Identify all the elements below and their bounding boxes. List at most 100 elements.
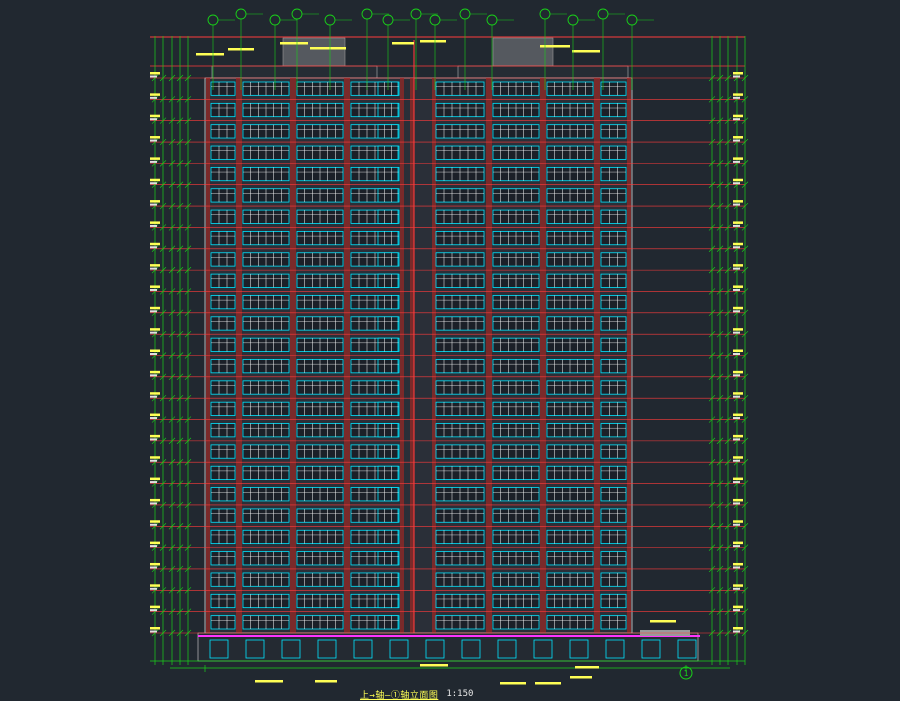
elevation-mark-right	[733, 96, 740, 99]
window-frame	[210, 316, 236, 331]
parapet-left	[211, 65, 378, 79]
podium-base	[197, 632, 699, 662]
window-frame	[210, 81, 236, 96]
window-frame	[600, 252, 627, 267]
elevation-mark-right	[733, 605, 743, 609]
window-frame	[210, 380, 236, 395]
window-frame	[600, 295, 627, 310]
elevation-mark-right	[733, 328, 743, 331]
roof-annotation-mark	[540, 45, 570, 48]
window-frame	[210, 166, 236, 182]
elevation-mark-left	[150, 541, 160, 545]
window-frame	[210, 295, 236, 310]
elevation-mark-right	[733, 75, 740, 78]
elevation-mark-left	[150, 438, 157, 441]
window-frame	[600, 273, 627, 288]
elevation-mark-left	[150, 434, 160, 438]
elevation-mark-left	[150, 417, 157, 420]
window-frame	[210, 593, 236, 609]
window-frame	[600, 401, 627, 416]
window-frame	[600, 166, 627, 182]
window-frame	[210, 252, 236, 267]
window-frame	[600, 231, 627, 246]
parapet-right	[457, 65, 629, 79]
elevation-mark-right	[733, 114, 743, 118]
elevation-mark-left	[150, 285, 160, 288]
window-frame	[600, 337, 627, 352]
window-frame	[210, 145, 236, 160]
elevation-mark-left	[150, 545, 157, 548]
elevation-mark-left	[150, 353, 157, 355]
elevation-mark-right	[733, 520, 743, 523]
window-frame	[600, 380, 627, 395]
window-frame	[377, 252, 399, 267]
elevation-mark-left	[150, 520, 160, 523]
window-frame	[600, 423, 627, 438]
window-frame	[210, 359, 236, 374]
elevation-mark-right	[733, 221, 743, 224]
elevation-mark-right	[733, 541, 743, 545]
elevation-mark-right	[733, 160, 740, 163]
elevation-mark-right	[733, 481, 740, 484]
elevation-mark-right	[733, 264, 743, 267]
window-frame	[600, 188, 627, 203]
window-frame	[210, 273, 236, 288]
elevation-mark-left	[150, 605, 160, 609]
elevation-mark-left	[150, 328, 160, 331]
elevation-mark-right	[733, 370, 743, 374]
window-frame	[210, 124, 236, 139]
window-frame	[600, 487, 627, 502]
elevation-mark-right	[733, 310, 740, 313]
elevation-mark-left	[150, 242, 160, 246]
elevation-mark-left	[150, 264, 160, 267]
elevation-mark-right	[733, 392, 743, 395]
roof-annotation-mark	[392, 42, 414, 45]
window-frame	[377, 508, 399, 523]
elevation-mark-right	[733, 456, 743, 459]
elevation-mark-left	[150, 306, 160, 310]
elevation-mark-right	[733, 566, 740, 569]
elevation-mark-left	[150, 139, 157, 142]
window-frame	[210, 487, 236, 502]
elevation-mark-right	[733, 630, 740, 633]
elevation-mark-right	[733, 200, 743, 203]
elevation-mark-left	[150, 349, 160, 352]
elevation-mark-left	[150, 93, 160, 96]
drawing-title: 上→轴—①轴立面图	[360, 690, 439, 701]
elevation-mark-right	[733, 353, 740, 355]
elevation-mark-left	[150, 178, 160, 182]
elevation-drawing: 1	[0, 0, 900, 700]
window-frame	[377, 593, 399, 609]
window-frame	[600, 508, 627, 523]
elevation-mark-right	[733, 136, 743, 139]
window-frame	[210, 102, 236, 118]
elevation-mark-left	[150, 224, 157, 227]
elevation-mark-right	[733, 395, 740, 398]
window-frame	[210, 465, 236, 480]
elevation-mark-left	[150, 75, 157, 78]
elevation-mark-left	[150, 72, 160, 75]
window-frame	[377, 295, 399, 310]
elevation-mark-left	[150, 157, 160, 160]
elevation-mark-right	[733, 438, 740, 441]
podium-annotation-mark	[570, 676, 592, 679]
elevation-mark-right	[733, 417, 740, 420]
window-frame	[377, 572, 399, 587]
elevation-mark-right	[733, 203, 740, 206]
window-frame	[377, 487, 399, 502]
axis-bubble-bottom-label: 1	[684, 669, 689, 678]
window-frame	[210, 423, 236, 438]
elevation-mark-right	[733, 562, 743, 566]
elevation-mark-left	[150, 118, 157, 121]
window-frame	[210, 615, 236, 630]
window-frame	[600, 444, 627, 459]
elevation-mark-left	[150, 96, 157, 99]
elevation-mark-left	[150, 392, 160, 395]
elevation-mark-right	[733, 72, 743, 75]
window-frame	[600, 102, 627, 118]
window-frame	[600, 615, 627, 630]
window-frame	[210, 337, 236, 352]
window-frame	[377, 529, 399, 545]
window-frame	[600, 316, 627, 331]
window-frame	[377, 316, 399, 331]
